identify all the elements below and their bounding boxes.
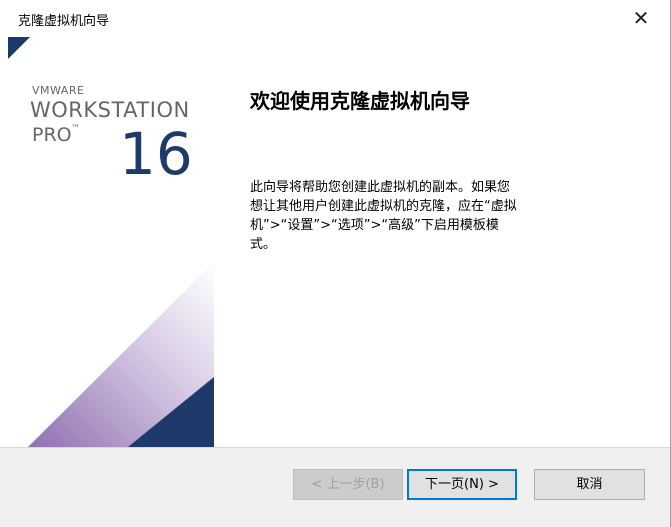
title-bar: 克隆虚拟机向导 ✕: [0, 0, 670, 37]
next-button[interactable]: 下一页(N) >: [407, 469, 517, 500]
brand-trademark: ™: [71, 124, 80, 134]
brand-version: 16: [119, 120, 193, 188]
brand-vmware: VMWARE: [32, 84, 85, 97]
wizard-content: 欢迎使用克隆虚拟机向导 此向导将帮助您创建此虚拟机的副本。如果您想让其他用户创建…: [214, 37, 670, 447]
wizard-heading: 欢迎使用克隆虚拟机向导: [250, 89, 470, 113]
vmware-banner: VMWARE WORKSTATION PRO ™ 16: [8, 37, 214, 447]
back-button[interactable]: < 上一步(B): [293, 469, 403, 500]
wizard-description: 此向导将帮助您创建此虚拟机的副本。如果您想让其他用户创建此虚拟机的克隆，应在“虚…: [250, 180, 517, 252]
cancel-button[interactable]: 取消: [534, 469, 645, 500]
window-title: 克隆虚拟机向导: [18, 14, 110, 29]
close-icon[interactable]: ✕: [630, 7, 652, 29]
brand-workstation: WORKSTATION: [30, 98, 190, 122]
brand-pro: PRO: [32, 124, 72, 146]
clone-vm-wizard-window: 克隆虚拟机向导 ✕ VMWARE WORKSTATION PRO ™ 16 欢迎…: [0, 0, 671, 527]
banner-top-triangle: [8, 37, 30, 59]
wizard-footer: < 上一步(B) 下一页(N) > 取消: [0, 447, 670, 527]
